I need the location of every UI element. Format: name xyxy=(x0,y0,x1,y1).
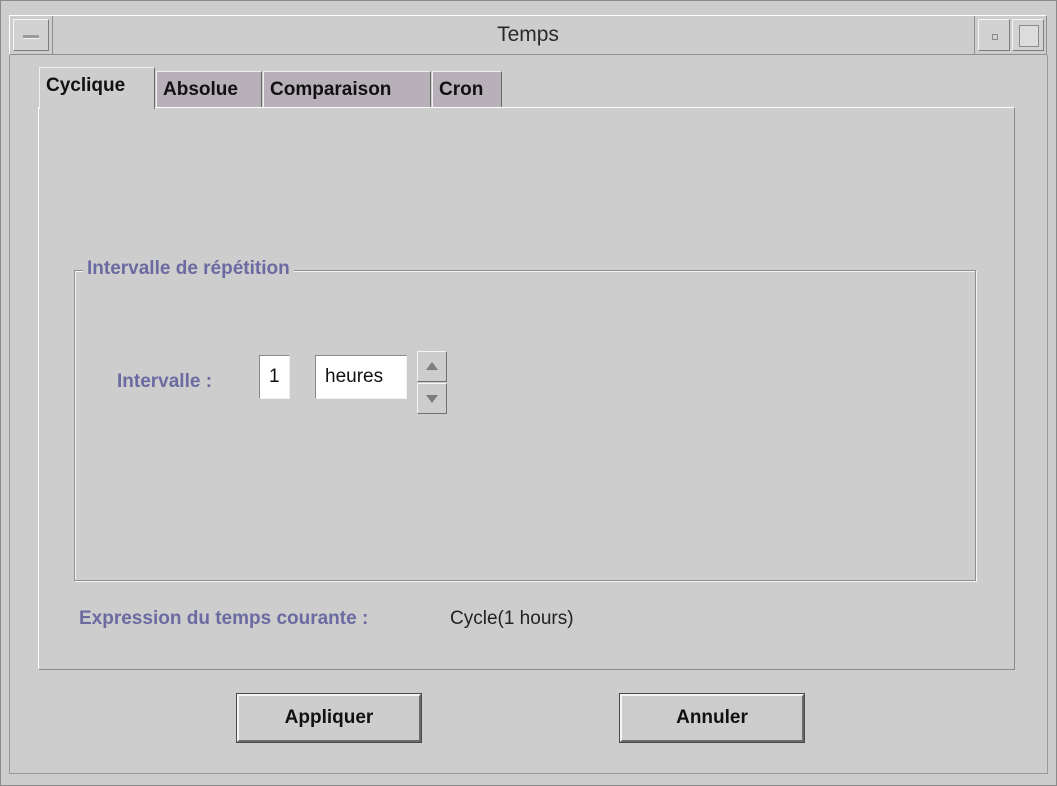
title-bar[interactable]: Temps xyxy=(9,15,1047,55)
repeat-interval-group: Intervalle de répétition Intervalle : 1 … xyxy=(74,258,976,581)
minimize-button[interactable] xyxy=(978,19,1010,51)
frame-edge-right xyxy=(1047,55,1048,773)
dialog-window: Temps Cyclique Absolue Comparaison Cron … xyxy=(0,0,1057,786)
tab-cron[interactable]: Cron xyxy=(432,71,502,107)
current-expression-value: Cycle(1 hours) xyxy=(450,608,574,629)
tab-absolue[interactable]: Absolue xyxy=(156,71,262,107)
group-title: Intervalle de répétition xyxy=(83,258,294,280)
spinner-up-button[interactable] xyxy=(417,351,447,382)
frame-edge-left xyxy=(9,55,10,773)
title-separator-right xyxy=(974,16,975,54)
unit-field[interactable]: heures xyxy=(315,355,407,399)
interval-input[interactable]: 1 xyxy=(259,355,290,399)
cancel-button[interactable]: Annuler xyxy=(619,693,805,743)
arrow-down-icon xyxy=(426,395,438,403)
unit-spinner xyxy=(417,351,447,415)
window-title: Temps xyxy=(497,23,559,46)
tab-panel-cyclique: Intervalle de répétition Intervalle : 1 … xyxy=(38,107,1015,670)
current-expression-label: Expression du temps courante : xyxy=(79,608,369,629)
tab-comparaison[interactable]: Comparaison xyxy=(263,71,431,107)
frame-edge-bottom xyxy=(9,773,1048,774)
maximize-icon xyxy=(1019,25,1039,47)
minimize-icon xyxy=(992,34,998,40)
maximize-button[interactable] xyxy=(1012,19,1044,51)
spinner-down-button[interactable] xyxy=(417,383,447,414)
tab-cyclique[interactable]: Cyclique xyxy=(39,67,155,109)
arrow-up-icon xyxy=(426,362,438,370)
apply-button[interactable]: Appliquer xyxy=(236,693,422,743)
interval-label: Intervalle : xyxy=(117,371,213,392)
